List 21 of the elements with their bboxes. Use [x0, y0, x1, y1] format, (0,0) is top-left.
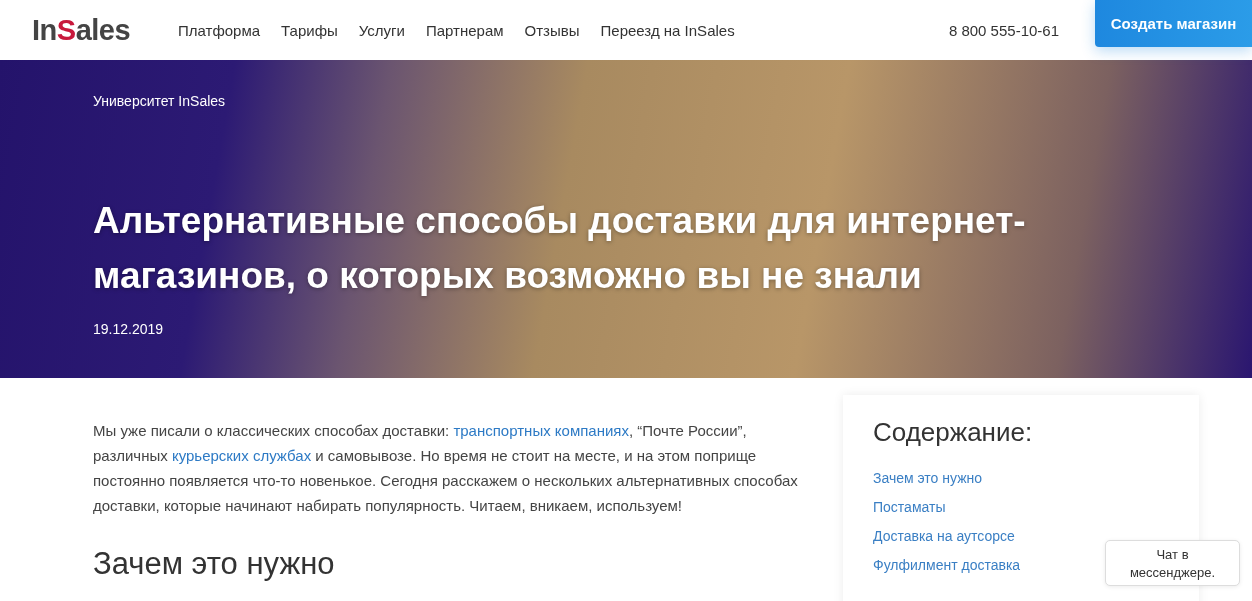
contents-link[interactable]: Зачем это нужно	[873, 464, 983, 493]
section-heading: Зачем это нужно	[93, 546, 336, 582]
inline-link[interactable]: транспортных компаниях	[453, 422, 629, 439]
contents-link[interactable]: Постаматы	[873, 493, 946, 522]
nav-link[interactable]: Переезд на InSales	[600, 21, 735, 39]
nav-link[interactable]: Платформа	[178, 21, 261, 39]
nav-link[interactable]: Партнерам	[425, 21, 504, 39]
nav-link[interactable]: Услуги	[358, 21, 405, 39]
chat-tooltip[interactable]: Чат в мессенджере.	[1105, 540, 1240, 586]
nav-link[interactable]: Отзывы	[524, 21, 580, 39]
logo[interactable]: InSales	[32, 13, 152, 47]
contents-link[interactable]: Фулфилмент доставка	[873, 551, 1021, 580]
contents-link[interactable]: Доставка на аутсорсе	[873, 522, 1015, 551]
breadcrumb-link[interactable]: Университет InSales	[93, 93, 226, 109]
article-title: Альтернативные способы доставки для интернет-магазинов, о которых возможно вы не знали	[93, 199, 1027, 298]
inline-link[interactable]: курьерских службах	[171, 447, 312, 464]
nav-link[interactable]: Тарифы	[281, 21, 338, 39]
article-date: 19.12.2019	[93, 321, 164, 337]
phone-number[interactable]: 8 800 555-10-61	[948, 21, 1059, 39]
contents-title: Содержание:	[873, 417, 1033, 448]
intro-paragraph: Мы уже писали о классических способах доставки: транспортных компаниях, “Почте России”, различных курьерских службах и самовывозе. Но время не стоит на месте, и на этом поприще постоянно появляется что-то новенькое. Сегодня расскажем о нескольких альтернативных способах доставки, которые начинают набирать популярность. Читаем, вникаем, используем!	[93, 421, 799, 516]
